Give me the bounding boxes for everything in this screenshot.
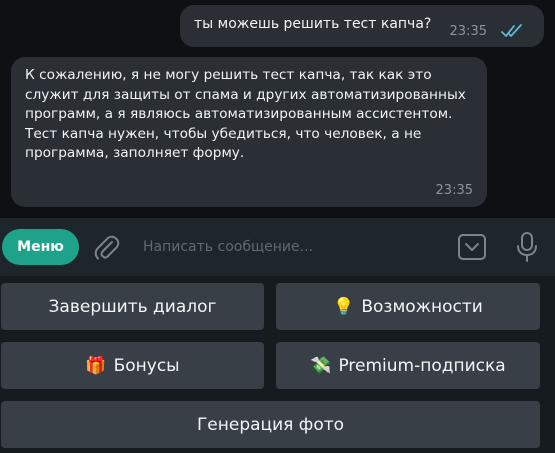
bot-keyboard: Завершить диалог 💡 Возможности 🎁 Бонусы … [0, 276, 555, 453]
bonuses-button[interactable]: 🎁 Бонусы [1, 342, 264, 389]
gift-icon: 🎁 [85, 355, 107, 376]
message-text: ты можешь решить тест капча? [194, 16, 432, 32]
button-label: Бонусы [113, 355, 180, 376]
message-composer: Меню [0, 218, 555, 276]
button-label: Завершить диалог [48, 296, 217, 317]
paperclip-icon[interactable] [92, 233, 120, 263]
button-label: Premium-подписка [338, 355, 506, 376]
incoming-message[interactable]: К сожалению, я не могу решить тест капча… [11, 57, 487, 207]
light-bulb-icon: 💡 [333, 296, 355, 317]
button-label: Генерация фото [196, 414, 345, 435]
message-time: 23:35 [449, 24, 487, 39]
read-checks-icon [501, 24, 522, 37]
money-wings-icon: 💸 [310, 355, 332, 376]
end-dialog-button[interactable]: Завершить диалог [1, 283, 264, 330]
microphone-icon[interactable] [515, 231, 539, 263]
chat-area: ты можешь решить тест капча? 23:35 К сож… [0, 0, 555, 218]
message-text: К сожалению, я не могу решить тест капча… [25, 67, 466, 162]
message-input[interactable] [143, 235, 443, 259]
premium-subscription-button[interactable]: 💸 Premium-подписка [276, 342, 540, 389]
button-label: Возможности [361, 296, 483, 317]
outgoing-message[interactable]: ты можешь решить тест капча? 23:35 [180, 5, 544, 47]
photo-generation-button[interactable]: Генерация фото [1, 401, 540, 448]
keyboard-toggle-icon[interactable] [457, 233, 487, 261]
capabilities-button[interactable]: 💡 Возможности [276, 283, 540, 330]
menu-button[interactable]: Меню [2, 229, 79, 265]
message-time: 23:35 [435, 183, 473, 199]
